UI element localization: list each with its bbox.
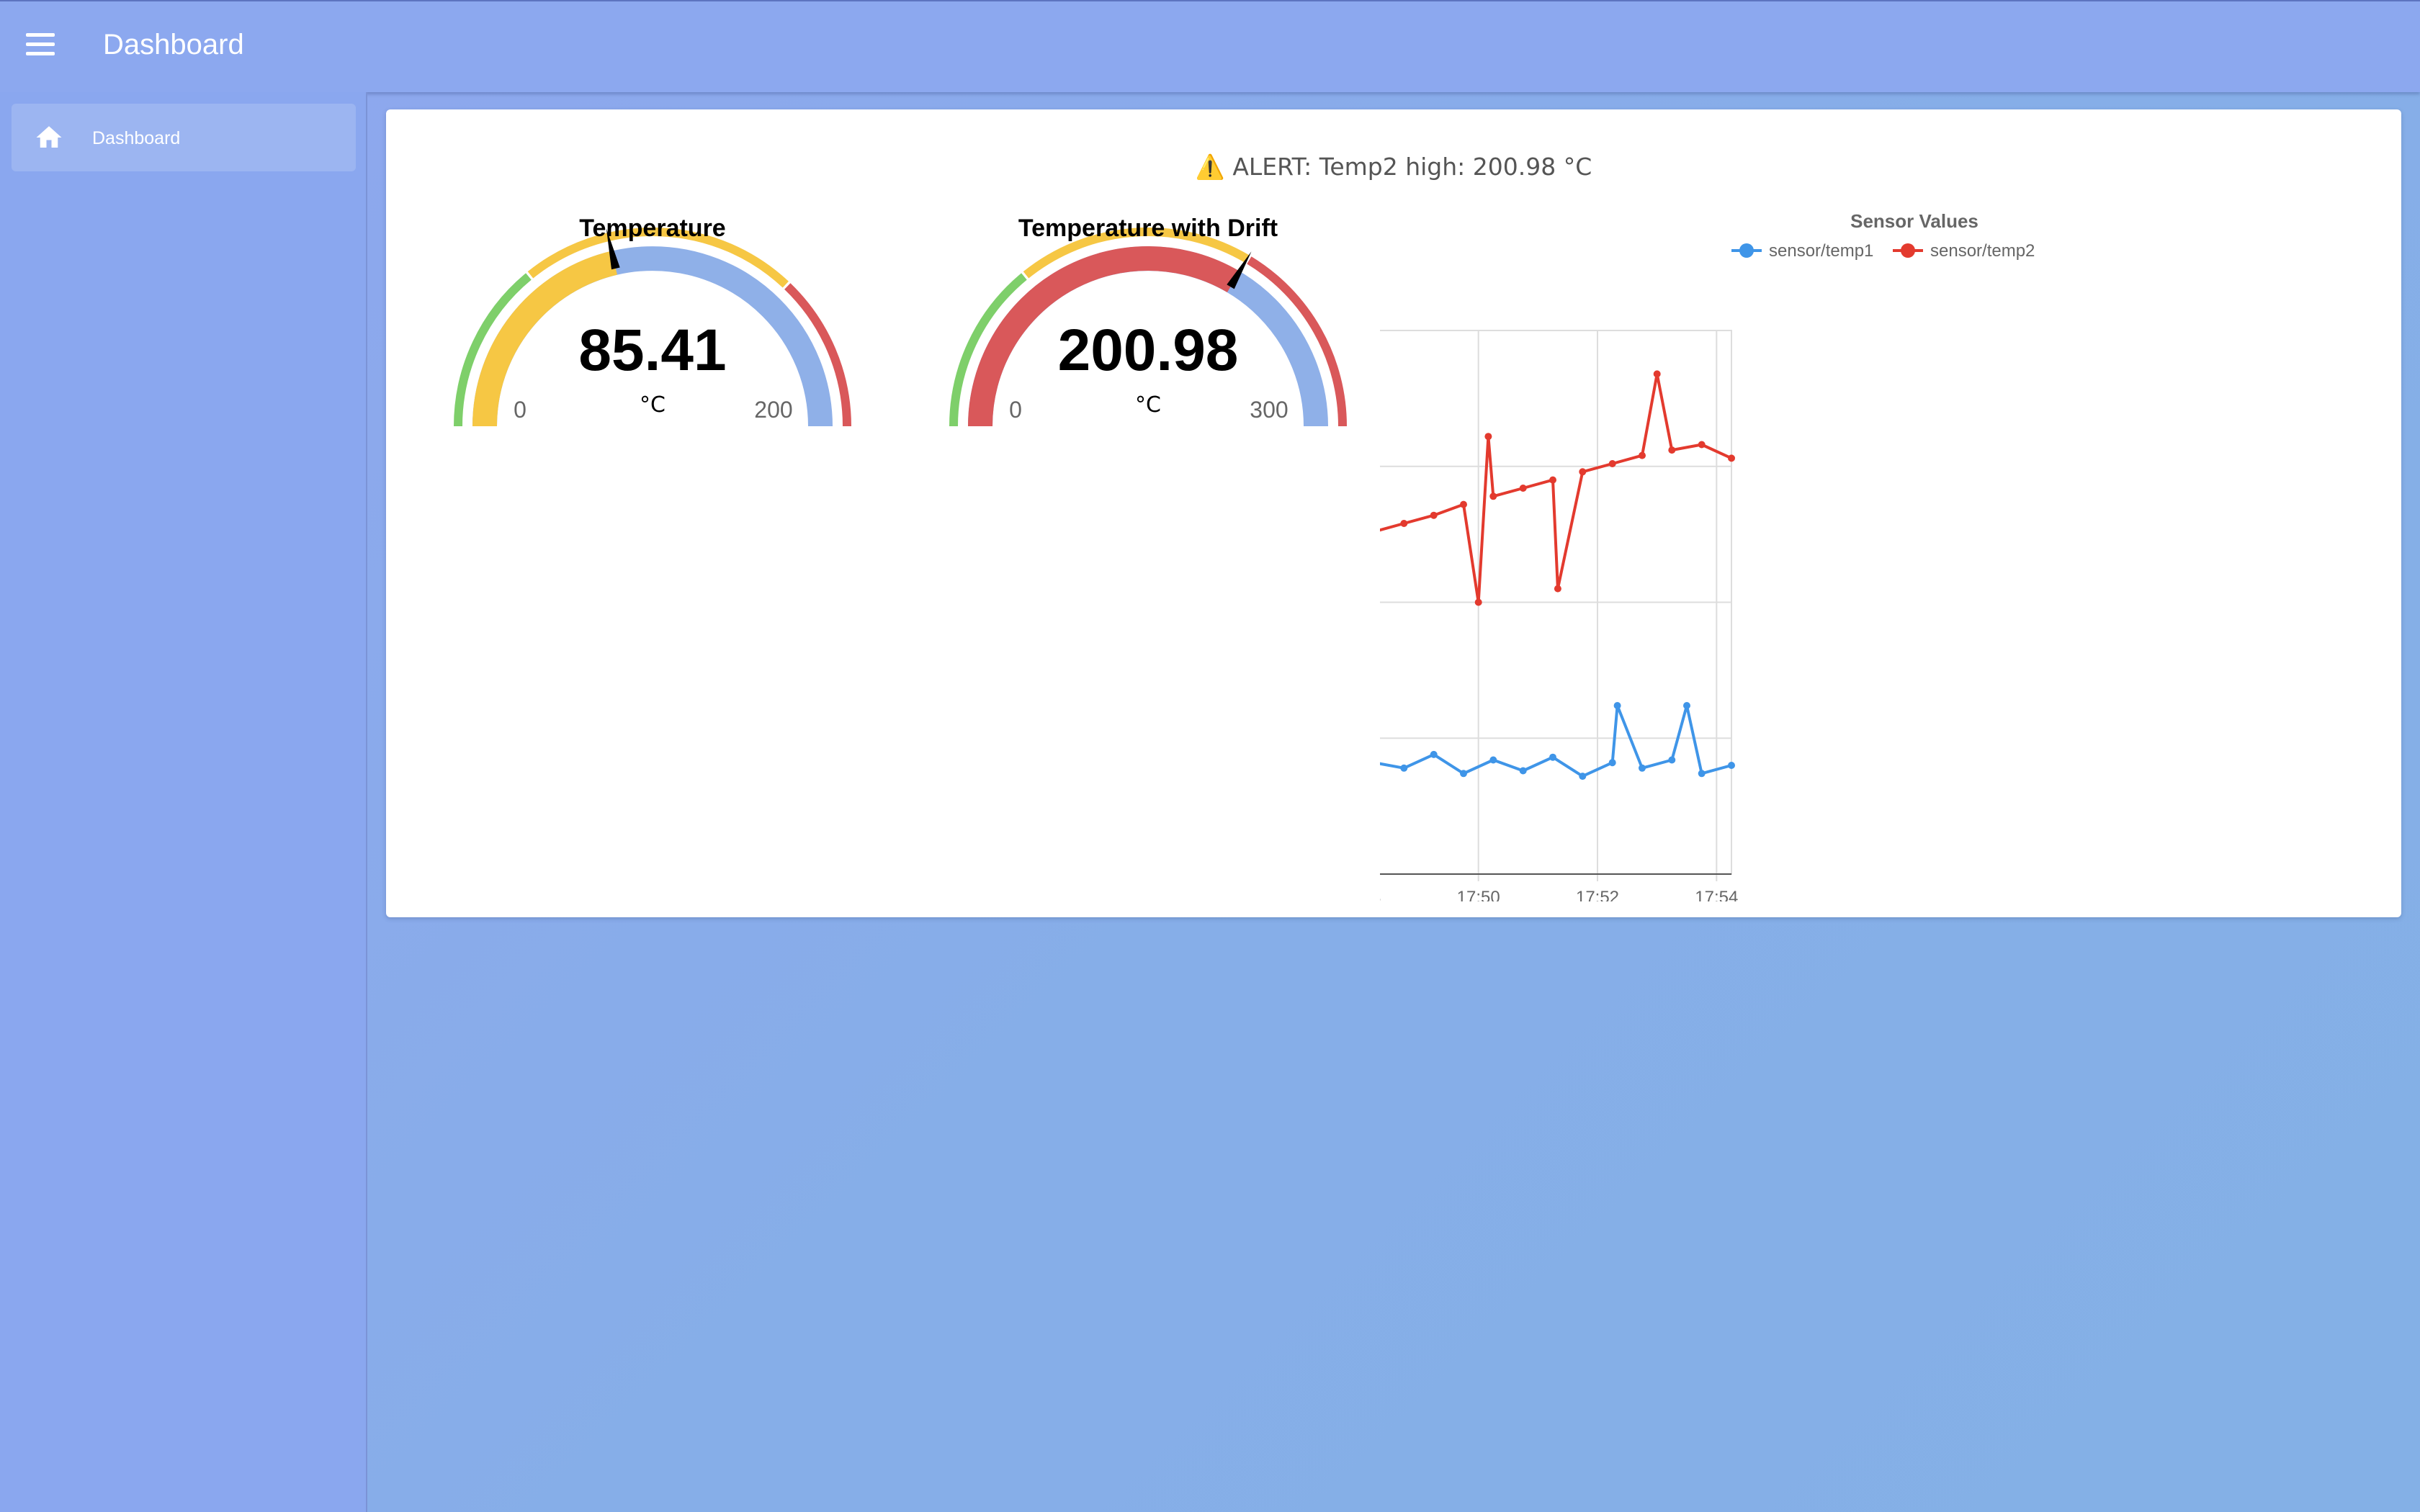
- sensor-values-chart: Sensor Values sensor/temp1 sensor/temp2 …: [1380, 210, 2035, 901]
- gauge-title: Temperature with Drift: [1018, 217, 1278, 242]
- data-point: [1608, 759, 1616, 767]
- sidebar: Dashboard: [0, 92, 367, 1512]
- data-point: [1549, 476, 1556, 484]
- legend-label-temp2: sensor/temp2: [1930, 241, 2035, 261]
- gauge-min-label: 0: [1009, 397, 1022, 423]
- data-point: [1579, 468, 1587, 476]
- chart-title: Sensor Values: [1850, 210, 1978, 232]
- menu-icon[interactable]: [26, 33, 55, 59]
- x-tick-label: 17:48: [1380, 888, 1381, 901]
- data-point: [1400, 520, 1408, 527]
- top-app-bar: Dashboard: [0, 0, 2420, 92]
- gauge-unit: °C: [640, 392, 666, 418]
- data-point: [1608, 460, 1616, 467]
- data-point: [1430, 750, 1438, 758]
- data-point: [1698, 770, 1706, 778]
- chart-legend: sensor/temp1 sensor/temp2: [1731, 241, 2035, 261]
- alert-banner: ⚠️ ALERT: Temp2 high: 200.98 °C: [386, 153, 2401, 181]
- gauge-unit: °C: [1135, 392, 1161, 418]
- data-point: [1489, 756, 1497, 764]
- data-point: [1639, 764, 1646, 772]
- gauge-value: 85.41: [578, 318, 726, 383]
- data-point: [1668, 446, 1676, 454]
- legend-item-temp1[interactable]: sensor/temp1: [1731, 241, 1873, 261]
- data-point: [1683, 702, 1690, 709]
- app-title: Dashboard: [103, 29, 244, 60]
- gauge-max-label: 200: [754, 397, 792, 423]
- x-tick-label: 17:52: [1576, 888, 1619, 901]
- data-point: [1668, 756, 1676, 764]
- data-point: [1460, 770, 1467, 778]
- data-point: [1579, 773, 1587, 780]
- dashboard-card: ⚠️ ALERT: Temp2 high: 200.98 °C Temperat…: [386, 109, 2401, 917]
- data-point: [1698, 441, 1706, 449]
- sidebar-item-dashboard[interactable]: Dashboard: [12, 104, 356, 171]
- x-tick-label: 17:54: [1695, 888, 1738, 901]
- data-point: [1728, 454, 1735, 462]
- series-line-2: [1380, 372, 1732, 604]
- legend-marker-temp2: [1901, 243, 1915, 258]
- data-point: [1613, 702, 1621, 709]
- data-point: [1400, 764, 1408, 772]
- data-point: [1549, 753, 1556, 761]
- gauge-max-label: 300: [1250, 397, 1288, 423]
- data-point: [1653, 370, 1661, 378]
- data-point: [1519, 767, 1527, 775]
- data-point: [1554, 585, 1561, 593]
- data-point: [1484, 433, 1492, 441]
- home-icon: [36, 126, 62, 148]
- temperature-drift-gauge: Temperature with Drift 200.98 °C 0 300: [949, 217, 1347, 427]
- sidebar-item-label: Dashboard: [92, 128, 181, 148]
- data-point: [1728, 762, 1735, 769]
- data-point: [1489, 492, 1497, 500]
- gauge-min-label: 0: [514, 397, 526, 423]
- alert-text: ALERT: Temp2 high: 200.98 °C: [1232, 153, 1592, 181]
- gauge-value: 200.98: [1058, 318, 1239, 383]
- legend-item-temp2[interactable]: sensor/temp2: [1893, 241, 2035, 261]
- data-point: [1519, 485, 1527, 492]
- temperature-gauge: Temperature 85.41 °C 0 200: [454, 217, 851, 427]
- data-point: [1430, 511, 1438, 519]
- legend-label-temp1: sensor/temp1: [1769, 241, 1873, 261]
- legend-marker-temp1: [1739, 243, 1754, 258]
- gauge-title: Temperature: [579, 217, 725, 242]
- data-point: [1460, 500, 1467, 508]
- data-point: [1474, 598, 1482, 606]
- x-tick-label: 17:50: [1457, 888, 1500, 901]
- data-point: [1639, 451, 1646, 459]
- warning-icon: ⚠️: [1195, 153, 1225, 181]
